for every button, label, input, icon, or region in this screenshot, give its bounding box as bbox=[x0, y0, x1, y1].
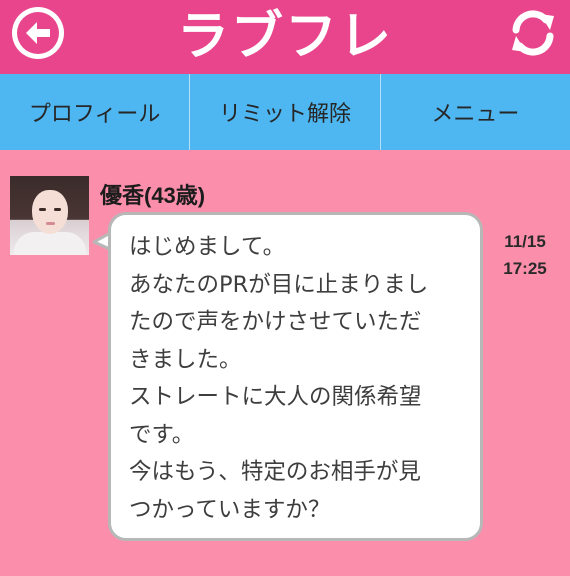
message-timestamp: 11/15 17:25 bbox=[494, 228, 556, 282]
arrow-left-icon bbox=[26, 22, 50, 44]
message-time: 17:25 bbox=[503, 259, 547, 278]
back-button[interactable] bbox=[12, 7, 64, 59]
avatar-eye bbox=[54, 208, 61, 211]
avatar-eye bbox=[39, 208, 46, 211]
sender-avatar[interactable] bbox=[10, 176, 89, 255]
logo-text: ラブフレ bbox=[176, 7, 393, 67]
nav-bar: プロフィール リミット解除 メニュー bbox=[0, 74, 570, 150]
app-logo: ラブフレ bbox=[170, 6, 400, 68]
sender-name: 優香(43歳) bbox=[100, 183, 206, 208]
refresh-button[interactable] bbox=[506, 6, 560, 60]
message-date: 11/15 bbox=[504, 232, 546, 251]
avatar-lips bbox=[46, 222, 55, 225]
nav-item-profile[interactable]: プロフィール bbox=[0, 74, 189, 150]
nav-item-menu[interactable]: メニュー bbox=[379, 74, 570, 150]
message-bubble: はじめまして。 あなたのPRが目に止まりまし たので声をかけさせていただ きまし… bbox=[108, 212, 483, 541]
refresh-icon bbox=[512, 10, 554, 56]
avatar-sweater bbox=[14, 232, 86, 255]
message-text: はじめまして。 あなたのPRが目に止まりまし たので声をかけさせていただ きまし… bbox=[129, 234, 429, 523]
nav-item-limit-release[interactable]: リミット解除 bbox=[189, 74, 379, 150]
app-header: ラブフレ bbox=[0, 0, 570, 74]
avatar-face bbox=[32, 190, 68, 234]
